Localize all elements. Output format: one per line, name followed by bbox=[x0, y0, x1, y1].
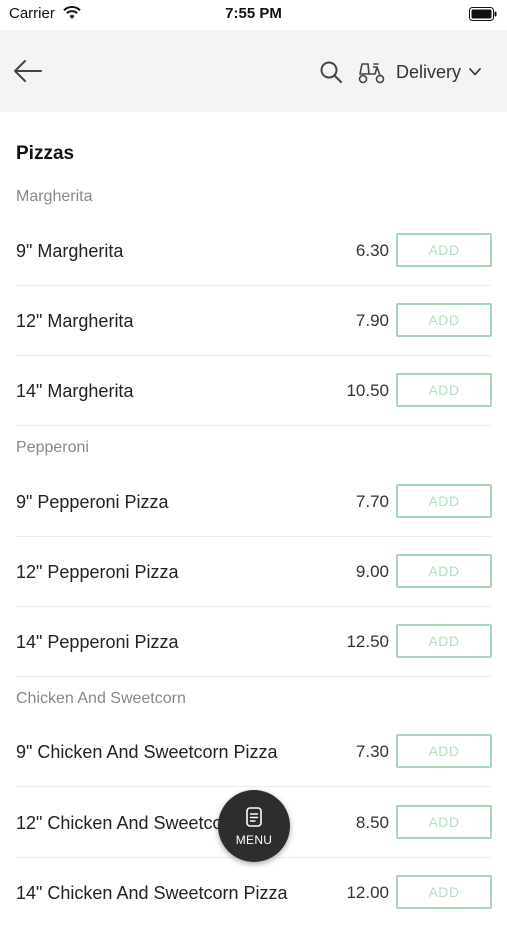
item-name: 14" Chicken And Sweetcorn Pizza bbox=[16, 883, 288, 903]
chevron-down-icon bbox=[469, 68, 481, 76]
search-button[interactable] bbox=[319, 60, 343, 84]
menu-item-row: 9" Pepperoni Pizza 7.70 ADD bbox=[0, 467, 507, 537]
row-divider bbox=[16, 676, 491, 677]
item-price: 8.50 bbox=[355, 813, 389, 832]
category-header: Margherita bbox=[16, 188, 93, 205]
category-header: Pepperoni bbox=[16, 439, 89, 456]
item-price: 7.70 bbox=[355, 492, 389, 511]
add-button[interactable]: ADD bbox=[396, 303, 492, 337]
top-navigation-bar: Delivery bbox=[0, 30, 507, 112]
scooter-icon bbox=[358, 63, 385, 84]
add-button[interactable]: ADD bbox=[396, 233, 492, 267]
item-name: 12" Margherita bbox=[16, 311, 134, 331]
add-button[interactable]: ADD bbox=[396, 805, 492, 839]
menu-fab-button[interactable]: MENU bbox=[218, 790, 290, 862]
battery-icon bbox=[469, 7, 497, 26]
category-header: Chicken And Sweetcorn bbox=[16, 690, 186, 707]
menu-item-row: 12" Margherita 7.90 ADD bbox=[0, 286, 507, 356]
item-name: 9" Pepperoni Pizza bbox=[16, 492, 169, 512]
row-divider bbox=[16, 786, 491, 787]
back-button[interactable] bbox=[13, 58, 43, 84]
menu-item-row: 9" Chicken And Sweetcorn Pizza 7.30 ADD bbox=[0, 717, 507, 787]
item-name: 9" Margherita bbox=[16, 241, 124, 261]
order-mode-dropdown[interactable]: Delivery bbox=[356, 58, 481, 86]
item-price: 12.00 bbox=[346, 883, 389, 902]
menu-item-row: 9" Margherita 6.30 ADD bbox=[0, 216, 507, 286]
clock: 7:55 PM bbox=[225, 5, 282, 22]
add-button[interactable]: ADD bbox=[396, 554, 492, 588]
add-button[interactable]: ADD bbox=[396, 373, 492, 407]
menu-item-row: 14" Margherita 10.50 ADD bbox=[0, 356, 507, 426]
item-price: 12.50 bbox=[346, 632, 389, 651]
menu-item-row: 12" Pepperoni Pizza 9.00 ADD bbox=[0, 537, 507, 607]
item-price: 7.90 bbox=[355, 311, 389, 330]
row-divider bbox=[16, 425, 491, 426]
search-icon bbox=[320, 61, 342, 83]
item-name: 14" Pepperoni Pizza bbox=[16, 632, 179, 652]
add-button[interactable]: ADD bbox=[396, 624, 492, 658]
item-price: 7.30 bbox=[355, 742, 389, 761]
arrow-left-icon bbox=[14, 60, 42, 82]
menu-icon bbox=[246, 807, 262, 827]
item-name: 9" Chicken And Sweetcorn Pizza bbox=[16, 742, 278, 762]
add-button[interactable]: ADD bbox=[396, 734, 492, 768]
order-mode-label: Delivery bbox=[396, 61, 462, 82]
status-bar: Carrier 7:55 PM bbox=[0, 0, 507, 30]
item-price: 6.30 bbox=[355, 241, 389, 260]
add-button[interactable]: ADD bbox=[396, 875, 492, 909]
menu-item-row: 14" Pepperoni Pizza 12.50 ADD bbox=[0, 607, 507, 677]
add-button[interactable]: ADD bbox=[396, 484, 492, 518]
section-title: Pizzas bbox=[16, 143, 75, 164]
item-name: 12" Pepperoni Pizza bbox=[16, 562, 179, 582]
menu-fab-label: MENU bbox=[235, 833, 273, 847]
item-price: 9.00 bbox=[355, 562, 389, 581]
item-price: 10.50 bbox=[346, 381, 389, 400]
menu-item-row: 14" Chicken And Sweetcorn Pizza 12.00 AD… bbox=[0, 858, 507, 928]
item-name: 14" Margherita bbox=[16, 381, 134, 401]
